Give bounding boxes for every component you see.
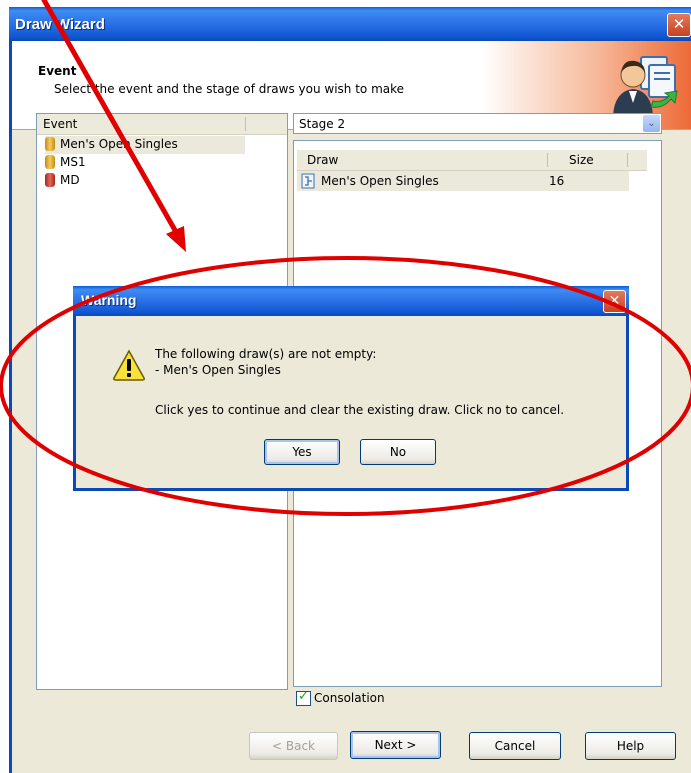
wizard-title: Draw Wizard [15,16,105,33]
close-icon: ✕ [672,15,686,33]
chevron-down-icon[interactable]: ⌄ [643,115,660,132]
event-item-mens-open-singles[interactable]: Men's Open Singles [45,136,245,154]
close-icon: ✕ [608,293,621,309]
consolation-label: Consolation [314,691,385,705]
event-item-label: MD [60,173,80,187]
cancel-button[interactable]: Cancel [469,732,561,760]
stage-select[interactable]: Stage 2 ⌄ [293,113,662,134]
draw-list-header: Draw Size [297,150,647,171]
next-button[interactable]: Next > [350,731,441,759]
draw-column-header[interactable]: Draw [307,153,338,167]
checkmark-icon: ✓ [298,689,309,704]
wizard-titlebar: Draw Wizard ✕ [9,7,691,41]
yes-button[interactable]: Yes [264,439,340,465]
column-separator [627,153,628,167]
event-icon [45,137,55,151]
stage-value: Stage 2 [299,117,346,131]
warning-message-line3: Click yes to continue and clear the exis… [155,403,565,417]
warning-dialog: Warning ✕ The following draw(s) are not … [73,286,629,491]
checkbox-box[interactable]: ✓ [296,689,311,706]
event-item-label: MS1 [60,155,86,169]
header-title: Event [38,64,77,78]
draw-name: Men's Open Singles [321,174,439,188]
warning-titlebar: Warning ✕ [73,286,629,316]
draw-document-icon [301,173,315,189]
event-icon [45,173,55,187]
warning-close-button[interactable]: ✕ [603,290,626,313]
help-button[interactable]: Help [585,732,676,760]
event-list-header: Event [37,114,287,135]
event-item-ms1[interactable]: MS1 [45,154,245,172]
column-separator [245,117,246,131]
column-separator [547,153,548,167]
draw-size: 16 [549,174,565,188]
event-item-label: Men's Open Singles [60,137,178,151]
event-icon [45,155,55,169]
warning-triangle-icon [113,349,145,381]
warning-message-line1: The following draw(s) are not empty: [155,347,377,361]
event-column-header[interactable]: Event [43,117,77,131]
user-documents-icon [613,56,678,115]
size-column-header[interactable]: Size [569,153,594,167]
event-item-md[interactable]: MD [45,172,245,190]
back-button[interactable]: < Back [249,732,338,760]
header-subtitle: Select the event and the stage of draws … [54,82,405,96]
warning-title: Warning [81,292,137,308]
wizard-close-button[interactable]: ✕ [667,13,691,37]
warning-message-line2: - Men's Open Singles [155,363,281,377]
draw-row[interactable]: Men's Open Singles 16 [297,171,629,191]
no-button[interactable]: No [360,439,436,465]
